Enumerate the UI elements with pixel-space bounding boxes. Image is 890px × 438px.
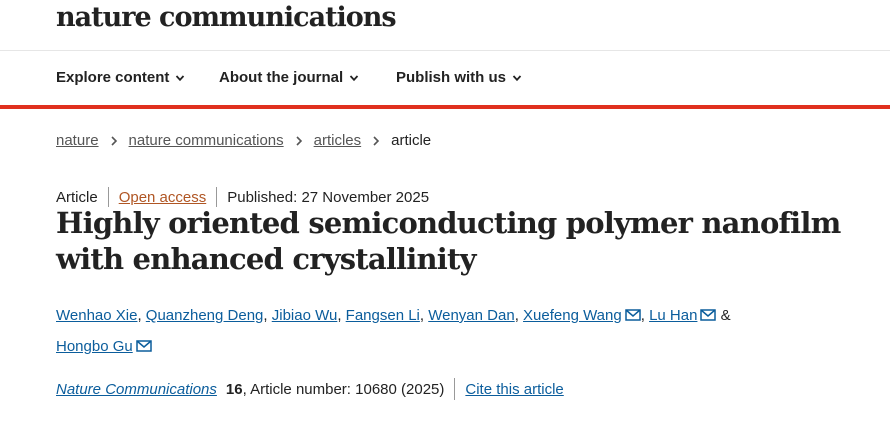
citation-line: Nature Communications 16 , Article numbe… — [56, 378, 564, 400]
mail-icon[interactable] — [135, 340, 152, 352]
breadcrumb-current: article — [391, 132, 432, 149]
author-link[interactable]: Fangsen Li — [346, 307, 420, 324]
breadcrumb-articles[interactable]: articles — [314, 132, 362, 149]
nav-item-label: Explore content — [56, 69, 170, 86]
nav-item-label: Publish with us — [396, 69, 507, 86]
chevron-right-icon — [373, 135, 380, 146]
nav-publish-with-us[interactable]: Publish with us — [396, 69, 522, 86]
citation-divider — [454, 378, 456, 400]
author-separator: , — [640, 307, 650, 324]
meta-divider — [107, 187, 109, 207]
nav-item-label: About the journal — [219, 69, 344, 86]
article-meta: Article Open access Published: 27 Novemb… — [56, 187, 429, 207]
article-number: , Article number: 10680 (2025) — [242, 380, 445, 398]
article-type: Article — [56, 188, 98, 206]
site-logo[interactable]: nature communications — [56, 2, 397, 33]
author-link[interactable]: Hongbo Gu — [56, 338, 133, 355]
breadcrumb-nature[interactable]: nature — [56, 132, 99, 149]
author-separator: , — [337, 307, 346, 324]
author-separator: , — [137, 307, 146, 324]
author-link[interactable]: Wenhao Xie — [56, 307, 137, 324]
author-list: Wenhao Xie, Quanzheng Deng, Jibiao Wu, F… — [56, 300, 836, 362]
chevron-down-icon — [349, 74, 359, 81]
chevron-down-icon — [512, 74, 522, 81]
chevron-right-icon — [110, 135, 117, 146]
author-link[interactable]: Quanzheng Deng — [146, 307, 264, 324]
author-separator: , — [419, 307, 429, 324]
article-title: Highly oriented semiconducting polymer n… — [56, 206, 841, 276]
published-date: Published: 27 November 2025 — [227, 188, 430, 206]
author-link[interactable]: Xuefeng Wang — [523, 307, 622, 324]
mail-icon[interactable] — [624, 309, 641, 321]
author-separator-amp: & — [716, 307, 731, 324]
chevron-down-icon — [176, 74, 185, 81]
cite-this-article-link[interactable]: Cite this article — [465, 381, 563, 398]
author-separator: , — [263, 307, 272, 324]
mail-icon[interactable] — [700, 309, 717, 321]
accent-divider — [0, 105, 890, 109]
main-nav: Explore content About the journal Publis… — [0, 51, 890, 105]
chevron-right-icon — [296, 135, 302, 146]
open-access-link[interactable]: Open access — [119, 189, 207, 206]
site-header: nature communications — [0, 0, 890, 51]
author-link[interactable]: Lu Han — [649, 307, 697, 324]
meta-divider — [216, 187, 218, 207]
author-separator: , — [514, 307, 524, 324]
nav-about-journal[interactable]: About the journal — [219, 69, 359, 86]
nav-explore-content[interactable]: Explore content — [56, 69, 185, 86]
journal-link[interactable]: Nature Communications — [56, 381, 217, 398]
author-link[interactable]: Jibiao Wu — [272, 307, 338, 324]
breadcrumb: nature nature communications articles ar… — [56, 132, 431, 149]
breadcrumb-nature-communications[interactable]: nature communications — [129, 132, 284, 149]
author-link[interactable]: Wenyan Dan — [428, 307, 514, 324]
volume: 16 — [225, 380, 243, 398]
